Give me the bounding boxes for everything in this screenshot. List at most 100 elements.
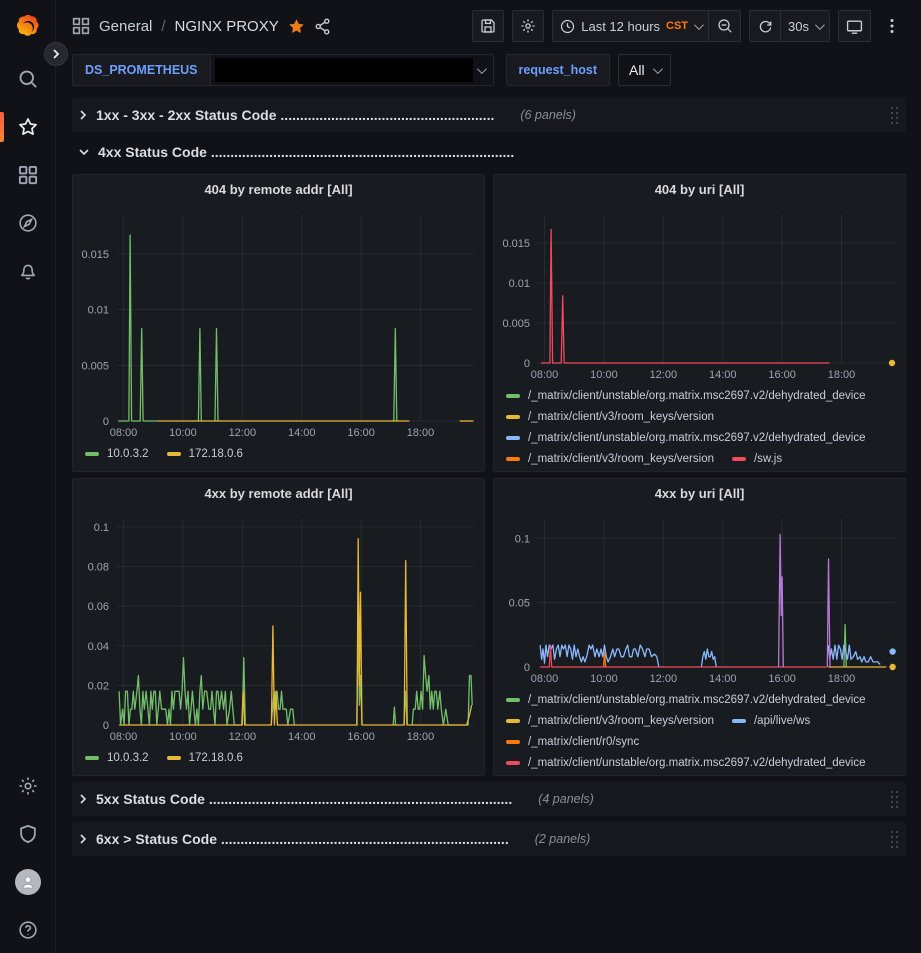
variable-ds-label[interactable]: DS_PROMETHEUS [72,54,211,86]
chevron-down-icon [815,20,825,30]
sidebar-bottom-items [0,771,55,945]
panel-header[interactable]: 4xx by remote addr [All] [73,479,484,507]
sidebar-item-explore[interactable] [0,208,55,238]
panel-header[interactable]: 4xx by uri [All] [494,479,905,507]
apps-grid-icon[interactable] [72,17,90,35]
svg-text:12:00: 12:00 [229,731,257,743]
sidebar-item-search[interactable] [0,64,55,94]
row-title: 4xx Status Code ........................… [98,144,514,160]
timezone-label: CST [666,20,688,32]
legend-item[interactable]: /_matrix/client/unstable/org.matrix.msc2… [506,387,866,404]
svg-text:0.01: 0.01 [88,305,109,317]
series-color-swatch [732,457,746,461]
row-drag-handle[interactable] [891,791,900,808]
legend-item[interactable]: /sw.js [732,450,782,467]
series-color-swatch [506,698,520,702]
variable-request-host-dropdown[interactable]: All [618,54,671,86]
chevron-right-icon [78,793,88,805]
nav-actions: Last 12 hours CST 30s [472,10,905,42]
panel-404-by-remote-addr: 404 by remote addr [All] 00.0050.010.015… [72,174,485,472]
sidebar-item-server-admin[interactable] [0,819,55,849]
svg-text:0.01: 0.01 [509,278,530,290]
timeseries-chart[interactable]: 00.0050.010.01508:0010:0012:0014:0016:00… [494,203,905,383]
sidebar-item-configuration[interactable] [0,771,55,801]
row-drag-handle[interactable] [891,107,900,124]
timeseries-chart[interactable]: 00.050.108:0010:0012:0014:0016:0018:00 [494,507,905,687]
sidebar-expand-button[interactable] [44,42,68,66]
svg-text:0.1: 0.1 [94,522,109,534]
series-color-swatch [506,761,520,765]
panel-title: 4xx by remote addr [All] [204,486,352,501]
svg-text:18:00: 18:00 [828,673,856,685]
svg-text:14:00: 14:00 [288,427,316,439]
more-options-button[interactable] [879,10,905,42]
legend-label: /_matrix/client/v3/room_keys/version [528,411,714,423]
row-4xx[interactable]: 4xx Status Code ........................… [72,138,906,166]
svg-text:14:00: 14:00 [709,369,737,381]
legend-label: 172.18.0.6 [189,448,243,460]
grafana-logo[interactable] [13,12,43,42]
row-title: 6xx > Status Code ......................… [96,831,509,847]
svg-text:14:00: 14:00 [288,731,316,743]
legend-item[interactable]: /_matrix/client/unstable/org.matrix.msc2… [506,754,866,771]
legend-item[interactable]: /_matrix/client/v3/room_keys/version [506,712,714,729]
variable-ds-value-dropdown[interactable] [211,54,494,86]
chevron-right-icon [51,49,61,59]
sidebar-item-help[interactable] [0,915,55,945]
chevron-down-icon [78,147,90,157]
legend-item[interactable]: /_matrix/client/unstable/org.matrix.msc2… [506,429,866,446]
timeseries-chart[interactable]: 00.0050.010.01508:0010:0012:0014:0016:00… [73,203,484,441]
variable-request-host: request_host All [506,54,671,86]
row-drag-handle[interactable] [891,831,900,848]
panel-header[interactable]: 404 by remote addr [All] [73,175,484,203]
kiosk-mode-button[interactable] [838,10,871,42]
help-icon [18,920,38,940]
star-filled-icon[interactable] [288,18,305,35]
legend-item[interactable]: 10.0.3.2 [85,445,149,462]
svg-text:0.04: 0.04 [88,641,109,653]
person-icon [19,873,37,891]
panel-grid: 404 by remote addr [All] 00.0050.010.015… [72,174,906,776]
zoom-out-button[interactable] [709,10,741,42]
legend-label: /_matrix/client/v3/room_keys/version [528,715,714,727]
legend-item[interactable]: /api/live/ws [732,712,810,729]
row-6xx[interactable]: 6xx > Status Code ......................… [72,822,906,856]
time-range-picker[interactable]: Last 12 hours CST [552,10,709,42]
legend-item[interactable]: 10.0.3.2 [85,749,149,766]
tv-kiosk-icon [846,18,863,35]
timeseries-chart[interactable]: 00.020.040.060.080.108:0010:0012:0014:00… [73,507,484,745]
legend-item[interactable]: 172.18.0.6 [167,749,243,766]
svg-text:08:00: 08:00 [110,427,138,439]
clock-icon [560,19,575,34]
refresh-button[interactable] [749,10,781,42]
refresh-interval-dropdown[interactable]: 30s [781,10,830,42]
breadcrumb-dashboard-title[interactable]: NGINX PROXY [175,18,279,35]
legend-item[interactable]: /_matrix/client/r0/sync [506,733,639,750]
svg-text:0.08: 0.08 [88,562,109,574]
row-5xx[interactable]: 5xx Status Code ........................… [72,782,906,816]
sidebar-item-dashboards[interactable] [0,160,55,190]
sidebar-item-alerting[interactable] [0,256,55,286]
panel-4xx-by-uri: 4xx by uri [All] 00.050.108:0010:0012:00… [493,478,906,776]
panel-header[interactable]: 404 by uri [All] [494,175,905,203]
save-dashboard-button[interactable] [472,10,504,42]
series-color-swatch [167,756,181,760]
legend-item[interactable]: /_matrix/client/v3/room_keys/version [506,450,714,467]
share-icon[interactable] [314,18,331,35]
breadcrumb-section[interactable]: General [99,18,152,35]
legend-item[interactable]: /_matrix/client/unstable/org.matrix.msc2… [506,691,866,708]
svg-text:18:00: 18:00 [828,369,856,381]
variable-request-host-label[interactable]: request_host [506,54,611,86]
panel-title: 404 by remote addr [All] [204,182,352,197]
sidebar-item-starred[interactable] [0,112,55,142]
legend-item[interactable]: 172.18.0.6 [167,445,243,462]
request-host-value: All [629,62,645,78]
legend-item[interactable]: /_matrix/client/v3/room_keys/version [506,408,714,425]
alerting-bell-icon [18,261,38,281]
series-color-swatch [732,719,746,723]
chevron-down-icon [476,64,486,74]
dashboard-settings-button[interactable] [512,10,544,42]
sidebar-item-profile[interactable] [0,867,55,897]
user-avatar [15,869,41,895]
row-1xx-3xx-2xx[interactable]: 1xx - 3xx - 2xx Status Code ............… [72,98,906,132]
